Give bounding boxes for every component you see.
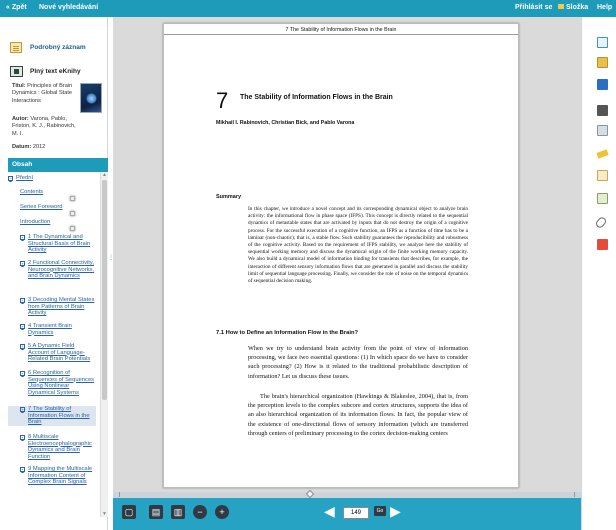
book-page: 7 The Stability of Information Flows in … bbox=[163, 23, 519, 488]
highlighter-icon[interactable] bbox=[596, 149, 609, 159]
book-cover-image bbox=[80, 83, 102, 113]
toc-item-front[interactable]: − Přední bbox=[8, 175, 96, 182]
zoom-in-icon[interactable]: + bbox=[215, 505, 229, 519]
go-button[interactable]: Go bbox=[374, 506, 386, 516]
summary-text: In this chapter, we introduce a novel co… bbox=[248, 206, 468, 285]
add-to-folder-icon[interactable] bbox=[597, 239, 608, 250]
toc-item-chapter-3[interactable]: +3 Decoding Mental States from Patterns … bbox=[20, 297, 96, 317]
toc-item-contents[interactable]: Contents bbox=[20, 189, 96, 201]
scroll-up-icon[interactable]: ▲ bbox=[102, 172, 107, 178]
toc-item-chapter-2[interactable]: +2 Functional Connectivity, Neurocogniti… bbox=[20, 260, 96, 280]
previous-page-icon[interactable]: ◀ bbox=[324, 504, 335, 518]
summary-heading: Summary bbox=[216, 194, 242, 200]
record-author: Autor: Varona, Pablo, Friston, K. J., Ra… bbox=[12, 116, 76, 137]
folder-icon bbox=[558, 4, 564, 9]
expand-icon[interactable]: + bbox=[20, 235, 25, 240]
chapter-authors: Mikhail I. Rabinovich, Christian Bick, a… bbox=[216, 120, 355, 126]
running-head: 7 The Stability of Information Flows in … bbox=[164, 24, 518, 35]
toc-item-chapter-5[interactable]: +5 A Dynamic Field Account of Language-R… bbox=[20, 343, 96, 363]
expand-icon[interactable]: + bbox=[20, 261, 25, 266]
page-number-input[interactable]: 149 bbox=[343, 507, 369, 519]
export-icon[interactable] bbox=[597, 193, 608, 204]
toc-item-chapter-8[interactable]: +8 Multiscale Electroencephalographic Dy… bbox=[20, 434, 96, 460]
expand-icon[interactable]: + bbox=[20, 371, 25, 376]
page-icon bbox=[70, 211, 75, 216]
toc-scroll-thumb[interactable] bbox=[102, 180, 107, 400]
scroll-down-icon[interactable]: ▼ bbox=[102, 511, 107, 517]
expand-icon[interactable]: + bbox=[20, 435, 25, 440]
text-size-icon[interactable] bbox=[597, 79, 608, 90]
top-bar: «Zpět Nové vyhledávání Přihlásit se Slož… bbox=[0, 0, 616, 17]
next-page-icon[interactable]: ▶ bbox=[390, 504, 401, 518]
zoom-out-icon[interactable]: − bbox=[193, 505, 207, 519]
toc-item-introduction[interactable]: Introduction bbox=[20, 219, 96, 231]
folder-link[interactable]: Složka bbox=[558, 4, 588, 11]
new-search-link[interactable]: Nové vyhledávání bbox=[39, 4, 98, 11]
document-viewer: 7 The Stability of Information Flows in … bbox=[113, 17, 581, 497]
panel-splitter-handle[interactable]: ⋮ bbox=[108, 255, 114, 285]
chapter-number: 7 bbox=[216, 88, 229, 113]
page-slider-knob[interactable] bbox=[305, 489, 315, 499]
detail-record-link[interactable]: Podrobný záznam bbox=[10, 42, 86, 53]
ebook-reader-window: «Zpět Nové vyhledávání Přihlásit se Slož… bbox=[0, 0, 616, 530]
print-icon[interactable] bbox=[597, 105, 608, 116]
fulltext-ebook-link[interactable]: Plný text eKnihy bbox=[10, 66, 81, 77]
page-icon bbox=[70, 226, 75, 231]
search-icon[interactable] bbox=[597, 37, 608, 48]
record-title: Titul: Principles of Brain Dynamics : Gl… bbox=[12, 83, 73, 104]
help-link[interactable]: Help bbox=[597, 4, 612, 11]
expand-icon[interactable]: + bbox=[20, 467, 25, 472]
toc-item-series-foreword[interactable]: Series Foreword bbox=[20, 204, 96, 216]
paragraph-2: The brain's hierarchical organization (H… bbox=[248, 393, 468, 437]
record-document-icon bbox=[10, 42, 22, 53]
record-date: Datum: 2012 bbox=[12, 144, 46, 150]
toc-item-chapter-7-selected[interactable]: +7 The Stability of Information Flows in… bbox=[8, 406, 96, 426]
bottom-toolbar: ▢ ▤ ▥ − + ◀ 149 Go ▶ bbox=[113, 498, 581, 530]
right-toolbar bbox=[581, 17, 616, 530]
toc-item-chapter-4[interactable]: +4 Transient Brain Dynamics bbox=[20, 323, 96, 336]
expand-icon[interactable]: + bbox=[20, 344, 25, 349]
toggle-panel-icon[interactable]: ▢ bbox=[122, 505, 136, 519]
page-view-icon[interactable] bbox=[597, 125, 608, 136]
page-icon bbox=[70, 196, 75, 201]
note-icon[interactable] bbox=[597, 57, 608, 68]
back-link[interactable]: «Zpět bbox=[6, 4, 27, 11]
toc-item-chapter-1[interactable]: +1 The Dynamical and Structural Basis of… bbox=[20, 234, 96, 254]
ebook-icon bbox=[10, 66, 23, 77]
collapse-icon[interactable]: − bbox=[8, 176, 13, 181]
toc-list: − Přední Contents Series Foreword Introdu… bbox=[6, 172, 100, 517]
expand-icon[interactable]: + bbox=[20, 298, 25, 303]
toc-item-chapter-9[interactable]: +9 Mapping the Multiscale Information Co… bbox=[20, 466, 96, 486]
bookmark-note-icon[interactable] bbox=[597, 170, 608, 181]
section-heading: 7.1 How to Define an Information Flow in… bbox=[216, 330, 359, 336]
expand-icon[interactable]: + bbox=[20, 407, 25, 412]
toc-scrollbar[interactable]: ▲ ▼ bbox=[100, 172, 108, 517]
double-page-icon[interactable]: ▥ bbox=[171, 505, 185, 519]
back-arrow-icon: « bbox=[6, 4, 10, 11]
chapter-title: The Stability of Information Flows in th… bbox=[240, 94, 393, 101]
toc-heading: Obsah bbox=[8, 158, 108, 172]
toc-item-chapter-6[interactable]: +6 Recognition of Sequences of Sequences… bbox=[20, 370, 96, 396]
left-panel: Podrobný záznam Plný text eKnihy Titul: … bbox=[0, 17, 108, 530]
link-icon[interactable] bbox=[594, 215, 608, 230]
paragraph-1: When we try to understand brain activity… bbox=[248, 345, 468, 380]
expand-icon[interactable]: + bbox=[20, 324, 25, 329]
login-link[interactable]: Přihlásit se bbox=[515, 4, 552, 11]
single-page-icon[interactable]: ▤ bbox=[149, 505, 163, 519]
